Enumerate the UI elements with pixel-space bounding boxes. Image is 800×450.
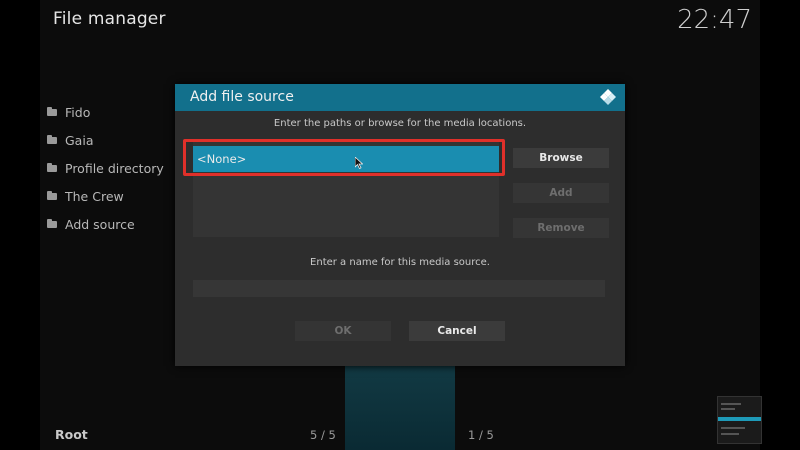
thumbnail-line: [721, 408, 735, 410]
source-name-input[interactable]: [193, 280, 605, 297]
window-title: File manager: [53, 9, 166, 29]
source-item-label: Gaia: [65, 132, 94, 148]
footer-root-label: Root: [55, 427, 88, 442]
left-letterbox: [0, 0, 40, 450]
source-item-fido[interactable]: Fido: [47, 98, 164, 126]
source-item-label: Profile directory: [65, 160, 164, 176]
folder-icon: [47, 134, 57, 144]
folder-icon: [47, 218, 57, 228]
thumbnail-line: [721, 427, 745, 429]
name-instruction: Enter a name for this media source.: [310, 257, 490, 268]
add-file-source-dialog: Add file source Enter the paths or brows…: [175, 84, 625, 366]
folder-icon: [47, 106, 57, 116]
footer-left-count: 5 / 5: [310, 428, 336, 442]
right-letterbox: [760, 0, 800, 450]
source-item-the-crew[interactable]: The Crew: [47, 182, 164, 210]
thumbnail-highlight: [718, 417, 761, 421]
folder-icon: [47, 162, 57, 172]
remove-button[interactable]: Remove: [513, 218, 609, 238]
cancel-button[interactable]: Cancel: [409, 321, 505, 341]
kodi-logo-icon: [600, 89, 616, 105]
preview-thumbnail: [717, 396, 762, 444]
footer-bar: [40, 420, 760, 450]
browse-button[interactable]: Browse: [513, 148, 609, 168]
thumbnail-line: [721, 403, 741, 405]
dialog-header: Add file source: [175, 84, 625, 111]
source-item-label: The Crew: [65, 188, 124, 204]
paths-instruction: Enter the paths or browse for the media …: [273, 118, 527, 129]
folder-icon: [47, 190, 57, 200]
thumbnail-line: [721, 433, 739, 435]
source-list: Fido Gaia Profile directory The Crew Add…: [47, 98, 164, 238]
source-item-profile-directory[interactable]: Profile directory: [47, 154, 164, 182]
add-button[interactable]: Add: [513, 183, 609, 203]
ok-button[interactable]: OK: [295, 321, 391, 341]
clock: 22:47: [677, 5, 752, 35]
highlight-annotation: [183, 139, 505, 176]
dialog-title: Add file source: [190, 89, 294, 105]
source-item-gaia[interactable]: Gaia: [47, 126, 164, 154]
source-item-label: Fido: [65, 104, 91, 120]
footer-right-count: 1 / 5: [468, 428, 494, 442]
source-item-label: Add source: [65, 216, 135, 232]
source-item-add-source[interactable]: Add source: [47, 210, 164, 238]
mouse-pointer-icon: [355, 157, 363, 169]
